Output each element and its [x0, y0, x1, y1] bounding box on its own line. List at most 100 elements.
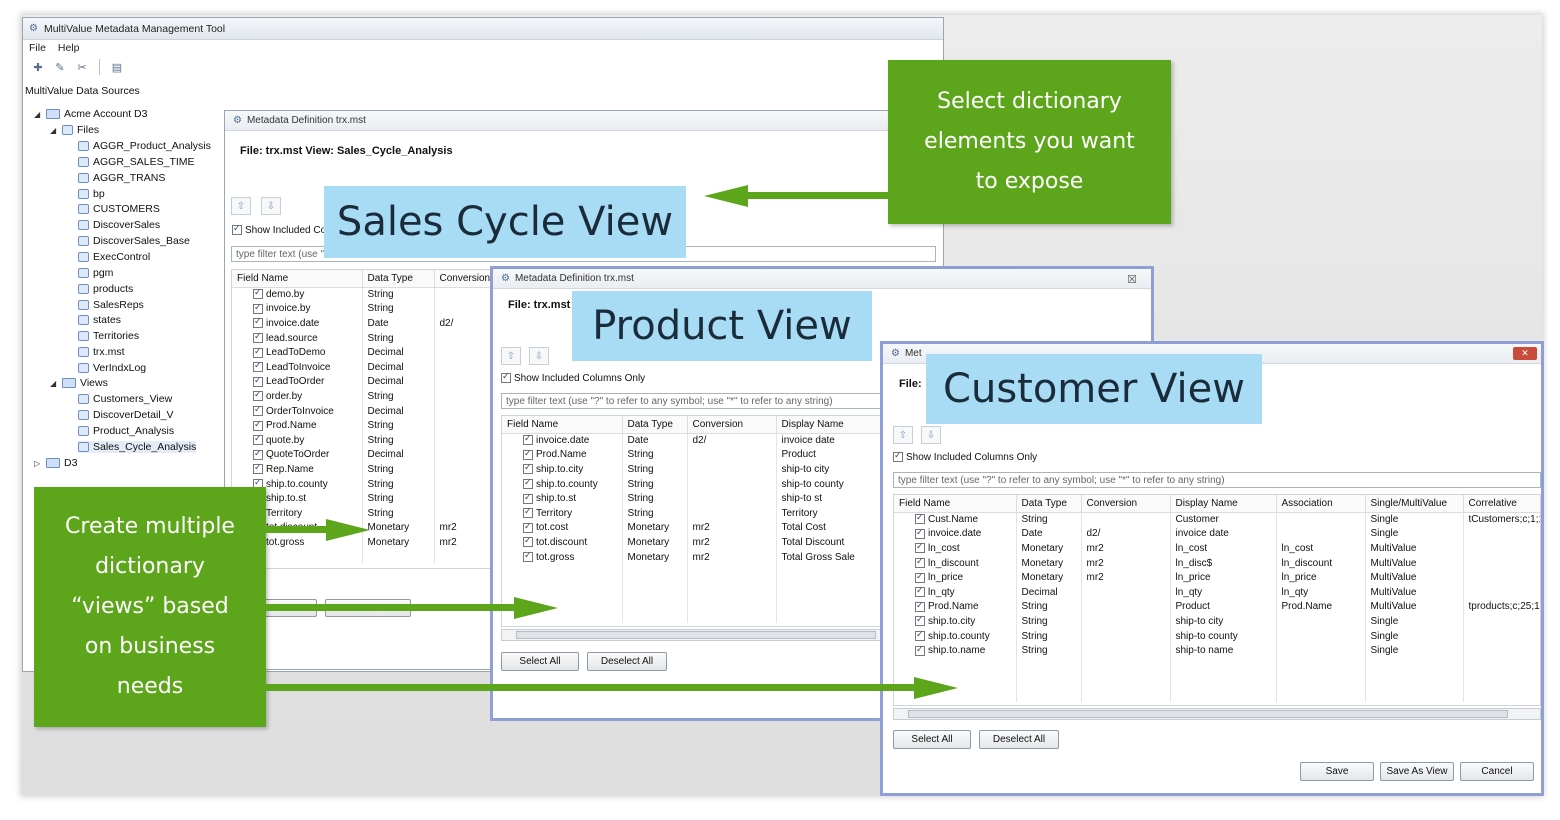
field-cell[interactable]: LeadToOrder [232, 374, 363, 390]
menu-help[interactable]: Help [58, 42, 80, 54]
tree-item[interactable]: bp [78, 188, 105, 200]
col-conversion[interactable]: Conversion [1081, 495, 1171, 513]
checkbox[interactable] [523, 433, 533, 446]
field-cell[interactable]: invoice.date [232, 316, 363, 331]
collapse-icon[interactable]: ◢ [50, 126, 58, 135]
checkbox[interactable] [253, 331, 263, 343]
table-row[interactable]: demo.by String [232, 287, 500, 302]
dialog3-filter-input[interactable]: type filter text (use "?" to refer to an… [893, 472, 1541, 488]
checkbox[interactable] [915, 644, 925, 656]
tree-item[interactable]: DiscoverSales_Base [78, 235, 190, 247]
col-field-name[interactable]: Field Name [232, 270, 363, 288]
field-cell[interactable]: Prod.Name [894, 599, 1017, 615]
tree-item[interactable]: Product_Analysis [78, 425, 174, 437]
checkbox[interactable] [915, 541, 925, 554]
checkbox[interactable] [523, 492, 533, 504]
dialog2-deselect-all[interactable]: Deselect All [587, 652, 667, 671]
table-row[interactable]: ln_discount Monetary mr2 ln_disc$ ln_discoun… [894, 555, 1540, 571]
table-row[interactable]: LeadToOrder Decimal [232, 374, 500, 390]
close-icon[interactable]: ✕ [1513, 347, 1537, 360]
checkbox[interactable] [523, 506, 533, 519]
table-row[interactable]: ln_cost Monetary mr2 ln_cost ln_cost MultiVal… [894, 541, 1540, 556]
field-cell[interactable]: ship.to.st [502, 491, 623, 506]
checkbox[interactable] [915, 629, 925, 641]
exclude-icon[interactable]: ⇩ [261, 197, 281, 215]
tree-item[interactable]: DiscoverSales [78, 219, 160, 231]
dialog2-show-included[interactable]: Show Included Columns Only [501, 371, 645, 384]
tree-item[interactable]: Customers_View [78, 393, 172, 405]
checkbox[interactable] [523, 521, 533, 533]
checkbox[interactable] [915, 600, 925, 612]
checkbox[interactable] [915, 556, 925, 568]
field-cell[interactable]: tot.gross [502, 549, 623, 565]
checkbox[interactable] [523, 477, 533, 489]
table-row[interactable]: lead.source String [232, 330, 500, 346]
scroll-thumb[interactable] [908, 710, 1508, 718]
checkbox[interactable] [523, 550, 533, 562]
field-cell[interactable]: invoice.date [894, 526, 1017, 542]
tree-item[interactable]: trx.mst [78, 346, 125, 358]
checkbox[interactable] [253, 287, 263, 300]
field-cell[interactable]: ln_price [894, 570, 1017, 585]
checkbox[interactable] [915, 527, 925, 539]
table-row[interactable]: OrderToInvoice Decimal [232, 403, 500, 419]
cancel-button[interactable]: Cancel [1460, 762, 1534, 781]
tree-item[interactable]: VerIndxLog [78, 362, 146, 374]
checkbox[interactable] [253, 360, 263, 373]
include-icon[interactable]: ⇧ [893, 426, 913, 444]
checkbox[interactable] [523, 462, 533, 475]
tree-item[interactable]: Territories [78, 330, 139, 342]
checkbox[interactable] [253, 419, 263, 431]
checkbox[interactable] [253, 389, 263, 402]
col-data-type[interactable]: Data Type [622, 416, 688, 434]
field-cell[interactable]: ship.to.county [894, 628, 1017, 644]
field-cell[interactable]: tot.cost [502, 520, 623, 536]
table-row[interactable]: order.by String [232, 389, 500, 404]
dialog3-show-included[interactable]: Show Included Columns Only [893, 450, 1037, 463]
table-row[interactable]: ship.to.county String ship-to county Single [894, 628, 1540, 644]
checkbox[interactable] [523, 448, 533, 460]
table-row[interactable]: ln_price Monetary mr2 ln_price ln_price Multi… [894, 570, 1540, 585]
field-cell[interactable]: ship.to.city [894, 614, 1017, 629]
field-cell[interactable]: Cust.Name [894, 512, 1017, 527]
tree-views[interactable]: ◢ Views [50, 377, 108, 389]
table-row[interactable]: Rep.Name String [232, 462, 500, 477]
table-row[interactable]: Cust.Name String Customer Single tCustomers;… [894, 512, 1540, 527]
field-cell[interactable]: Prod.Name [232, 418, 363, 433]
collapse-icon[interactable]: ◢ [50, 379, 58, 388]
tree-item[interactable]: SalesReps [78, 299, 144, 311]
menu-file[interactable]: File [29, 42, 46, 54]
save-button[interactable]: Save [1300, 762, 1374, 781]
col-conversion[interactable]: Conversion [687, 416, 777, 434]
tree-item[interactable]: states [78, 314, 121, 326]
col-single-multivalue[interactable]: Single/MultiValue [1365, 495, 1464, 513]
collapse-icon[interactable]: ◢ [34, 110, 42, 119]
field-cell[interactable]: OrderToInvoice [232, 403, 363, 419]
scroll-thumb[interactable] [516, 631, 876, 639]
table-row[interactable]: ship.to.county String [232, 476, 500, 492]
checkbox[interactable] [915, 614, 925, 627]
field-cell[interactable]: Prod.Name [502, 447, 623, 463]
checkbox[interactable] [915, 512, 925, 525]
checkbox[interactable] [253, 448, 263, 460]
dialog3-deselect-all[interactable]: Deselect All [979, 730, 1059, 749]
table-row[interactable]: ship.to.st String [232, 491, 500, 506]
tree-item[interactable]: AGGR_TRANS [78, 172, 165, 184]
table-row[interactable]: ship.to.name String ship-to name Single [894, 643, 1540, 658]
include-icon[interactable]: ⇧ [231, 197, 251, 215]
checkbox[interactable] [253, 404, 263, 416]
checkbox[interactable] [253, 375, 263, 387]
properties-icon[interactable]: ▤ [108, 59, 126, 75]
col-association[interactable]: Association [1276, 495, 1366, 513]
checkbox[interactable] [253, 346, 263, 358]
checkbox[interactable] [523, 535, 533, 548]
tree-d3[interactable]: ▷ D3 [34, 457, 77, 469]
field-cell[interactable]: ship.to.city [502, 462, 623, 477]
table-row[interactable]: LeadToInvoice Decimal [232, 359, 500, 375]
tree-item[interactable]: AGGR_Product_Analysis [78, 140, 211, 152]
table-row[interactable]: QuoteToOrder Decimal [232, 447, 500, 463]
field-cell[interactable]: quote.by [232, 432, 363, 448]
tree-item[interactable]: products [78, 283, 133, 295]
save-as-view-button[interactable]: Save As View [1380, 762, 1454, 781]
col-field-name[interactable]: Field Name [894, 495, 1017, 513]
